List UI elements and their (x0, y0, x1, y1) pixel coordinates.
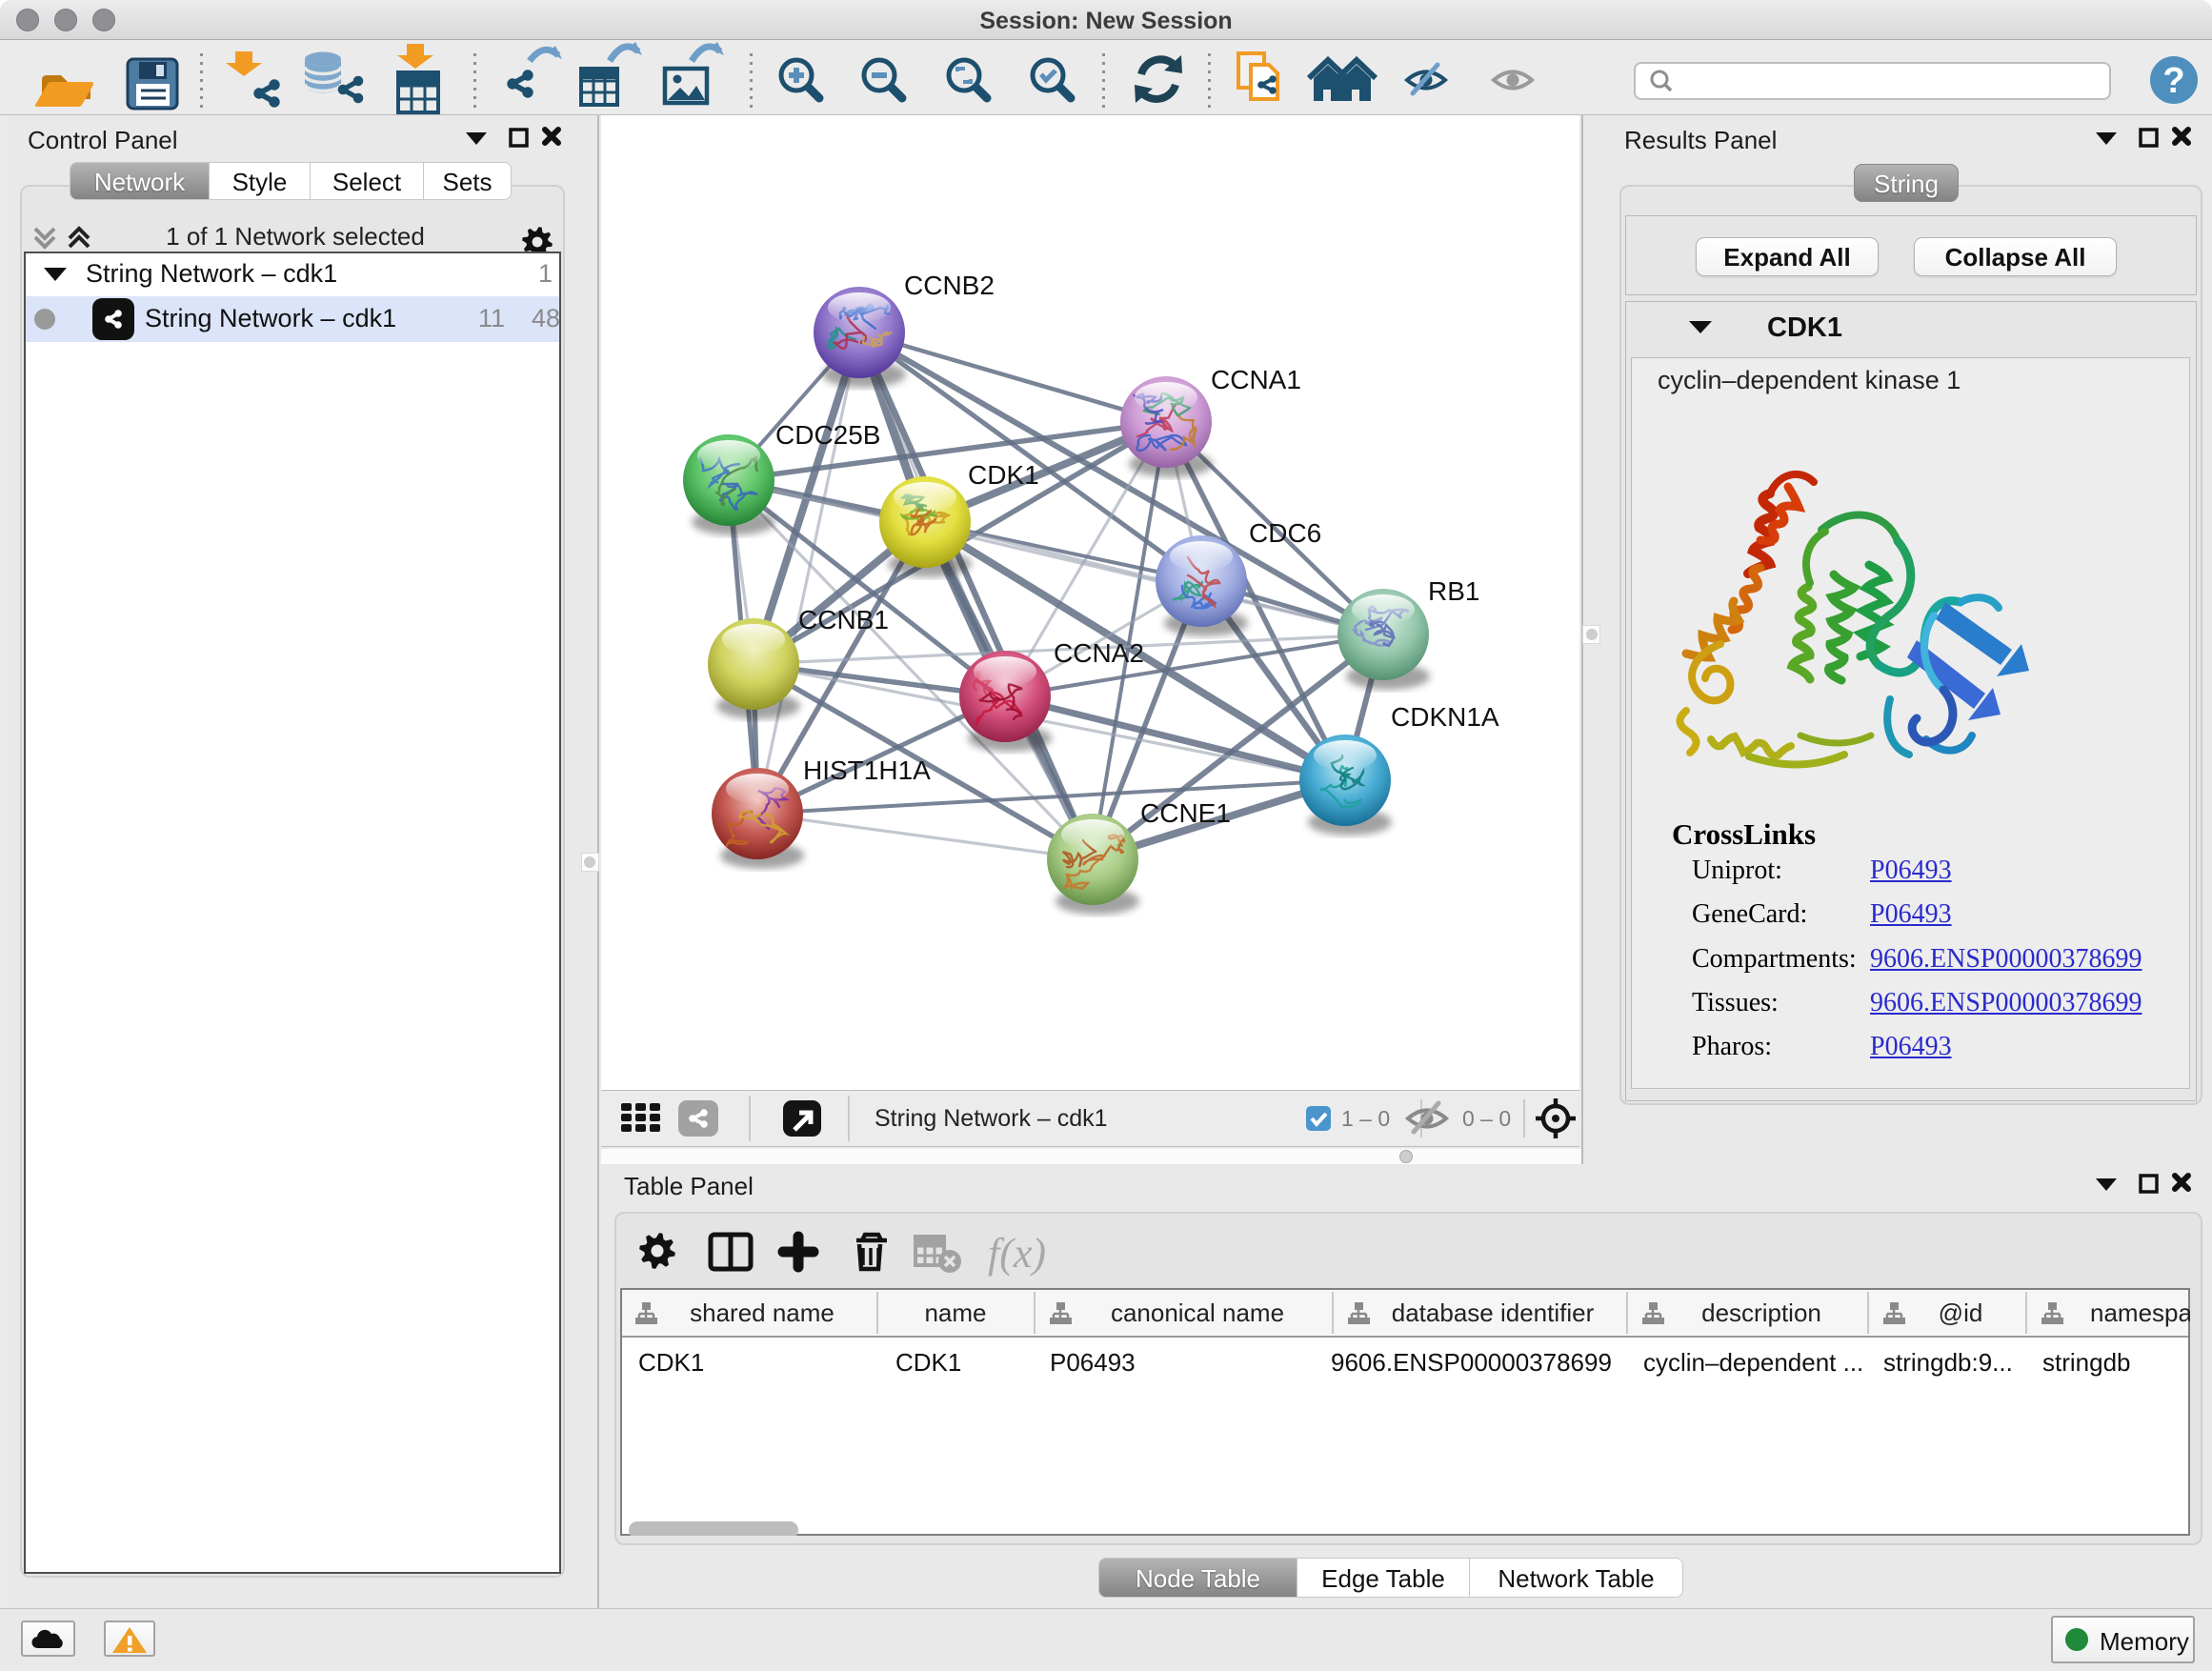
svg-text:CDC25B: CDC25B (775, 420, 880, 450)
svg-text:CDK1: CDK1 (638, 1348, 704, 1377)
svg-text:canonical name: canonical name (1111, 1299, 1284, 1327)
svg-text:HIST1H1A: HIST1H1A (803, 755, 931, 785)
svg-text:CCNA1: CCNA1 (1211, 365, 1301, 394)
svg-text:RB1: RB1 (1428, 576, 1479, 606)
svg-text:stringdb: stringdb (2042, 1348, 2131, 1377)
svg-text:CCNB2: CCNB2 (904, 271, 995, 300)
svg-text:CCNE1: CCNE1 (1140, 798, 1231, 828)
svg-text:cyclin–dependent ...: cyclin–dependent ... (1643, 1348, 1863, 1377)
svg-text:description: description (1701, 1299, 1821, 1327)
svg-text:@id: @id (1939, 1299, 1983, 1327)
svg-text:CDK1: CDK1 (968, 460, 1039, 490)
svg-text:1 – 0: 1 – 0 (1341, 1106, 1390, 1131)
svg-text:shared name: shared name (690, 1299, 835, 1327)
svg-text:stringdb:9...: stringdb:9... (1883, 1348, 2013, 1377)
svg-text:CCNB1: CCNB1 (798, 605, 889, 634)
svg-text:CCNA2: CCNA2 (1054, 638, 1144, 668)
svg-text:String Network – cdk1: String Network – cdk1 (875, 1105, 1108, 1132)
svg-text:9606.ENSP00000378699: 9606.ENSP00000378699 (1331, 1348, 1612, 1377)
svg-text:database identifier: database identifier (1392, 1299, 1595, 1327)
svg-text:namespace: namespace (2090, 1299, 2190, 1327)
svg-text:CDK1: CDK1 (895, 1348, 961, 1377)
svg-text:0 – 0: 0 – 0 (1462, 1106, 1511, 1131)
svg-text:?: ? (2162, 61, 2184, 101)
svg-text:CDC6: CDC6 (1249, 518, 1321, 548)
svg-text:name: name (924, 1299, 986, 1327)
svg-text:P06493: P06493 (1050, 1348, 1136, 1377)
svg-text:f(x): f(x) (988, 1230, 1046, 1277)
svg-text:CDKN1A: CDKN1A (1391, 702, 1499, 732)
